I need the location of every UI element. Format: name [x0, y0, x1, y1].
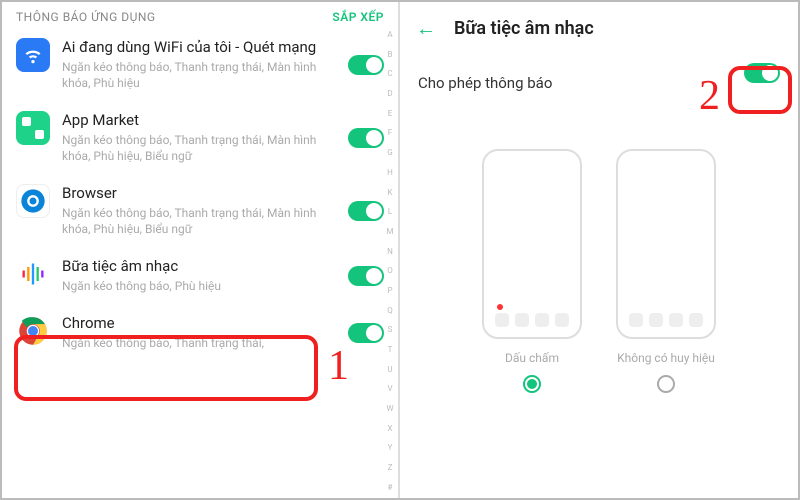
highlight-box-1 [14, 335, 318, 401]
app-subtitle: Ngăn kéo thông báo, Thanh trạng thái, Mà… [62, 59, 342, 91]
browser-icon [16, 184, 50, 218]
app-subtitle: Ngăn kéo thông báo, Thanh trạng thái, Mà… [62, 132, 342, 164]
option-dot[interactable]: Dấu chấm [482, 149, 582, 393]
app-row-wifi[interactable]: Ai đang dùng WiFi của tôi - Quét mạng Ng… [16, 28, 390, 101]
music-icon [16, 257, 50, 291]
option-no-badge[interactable]: Không có huy hiệu [616, 149, 716, 393]
toggle-switch[interactable] [348, 201, 384, 221]
app-row-music[interactable]: Bữa tiệc âm nhạc Ngăn kéo thông báo, Phù… [16, 247, 390, 304]
toggle-switch[interactable] [348, 323, 384, 343]
app-name: App Market [62, 111, 342, 130]
header-title: THÔNG BÁO ỨNG DỤNG [16, 10, 156, 24]
app-row-browser[interactable]: Browser Ngăn kéo thông báo, Thanh trạng … [16, 174, 390, 247]
left-header: THÔNG BÁO ỨNG DỤNG SẮP XẾP [2, 2, 398, 28]
app-name: Browser [62, 184, 342, 203]
phone-preview-icon [482, 149, 582, 339]
allow-label: Cho phép thông báo [418, 74, 552, 92]
back-arrow-icon[interactable]: ← [416, 16, 436, 41]
detail-title: Bữa tiệc âm nhạc [454, 18, 594, 39]
app-name: Ai đang dùng WiFi của tôi - Quét mạng [62, 38, 342, 57]
highlight-box-2 [728, 66, 792, 114]
phone-preview-icon [616, 149, 716, 339]
app-detail-pane: ← Bữa tiệc âm nhạc Cho phép thông báo Dấ… [400, 2, 798, 498]
app-name: Bữa tiệc âm nhạc [62, 257, 342, 276]
badge-style-options: Dấu chấm Không có huy hiệu [400, 149, 798, 393]
app-row-market[interactable]: App Market Ngăn kéo thông báo, Thanh trạ… [16, 101, 390, 174]
app-list: Ai đang dùng WiFi của tôi - Quét mạng Ng… [2, 28, 398, 361]
app-notifications-pane: THÔNG BÁO ỨNG DỤNG SẮP XẾP Ai đang dùng … [2, 2, 400, 498]
alphabet-index[interactable]: ABCDEFGHKLMNOPQSTUVWXYZ# [384, 30, 396, 492]
option-label: Dấu chấm [482, 351, 582, 365]
sort-button[interactable]: SẮP XẾP [332, 10, 384, 24]
toggle-switch[interactable] [348, 266, 384, 286]
option-label: Không có huy hiệu [616, 351, 716, 365]
toggle-switch[interactable] [348, 55, 384, 75]
toggle-switch[interactable] [348, 128, 384, 148]
annotation-step-2: 2 [699, 72, 720, 120]
app-subtitle: Ngăn kéo thông báo, Thanh trạng thái, Mà… [62, 205, 342, 237]
app-market-icon [16, 111, 50, 145]
right-header: ← Bữa tiệc âm nhạc [400, 2, 798, 49]
radio-unselected-icon[interactable] [657, 375, 675, 393]
radio-selected-icon[interactable] [523, 375, 541, 393]
app-name: Chrome [62, 314, 342, 333]
wifi-icon [16, 38, 50, 72]
annotation-step-1: 1 [328, 342, 349, 390]
app-subtitle: Ngăn kéo thông báo, Phù hiệu [62, 278, 342, 294]
